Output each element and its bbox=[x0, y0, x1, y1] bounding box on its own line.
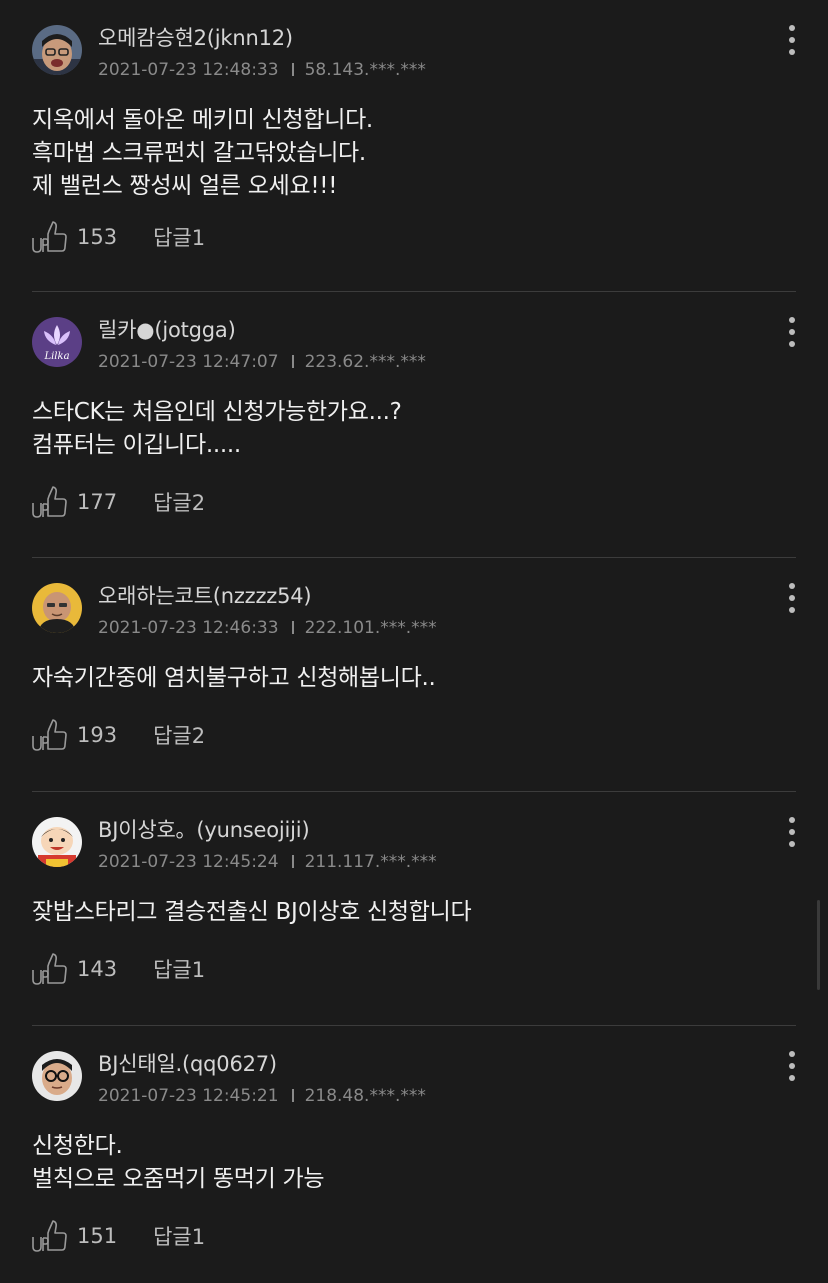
avatar[interactable]: Lilka bbox=[32, 317, 82, 367]
comment-date: 2021-07-23 12:48:33 bbox=[98, 60, 279, 80]
like-button[interactable]: 151 bbox=[32, 1218, 117, 1254]
meta-separator bbox=[291, 1089, 294, 1102]
comment-meta: 2021-07-23 12:45:21 218.48.***.*** bbox=[98, 1086, 426, 1106]
avatar[interactable] bbox=[32, 583, 82, 633]
more-options-icon[interactable] bbox=[786, 316, 798, 348]
comment-body: 신청한다. 벌칙으로 오줌먹기 똥먹기 가능 bbox=[32, 1133, 325, 1192]
thumbs-up-icon bbox=[32, 719, 67, 751]
avatar[interactable] bbox=[32, 1051, 82, 1101]
avatar[interactable] bbox=[32, 817, 82, 867]
meta-separator bbox=[291, 355, 294, 368]
meta-separator bbox=[291, 855, 294, 868]
comment-date: 2021-07-23 12:45:24 bbox=[98, 852, 279, 872]
comment-author[interactable]: BJ신태일.(qq0627) bbox=[98, 1048, 277, 1078]
comment-item: Lilka 릴카●(jotgga) 2021-07-23 12:47:07 223… bbox=[0, 292, 828, 558]
meta-separator bbox=[291, 63, 294, 76]
reply-button[interactable]: 답글1 bbox=[153, 1221, 205, 1251]
more-options-icon[interactable] bbox=[786, 816, 798, 848]
more-options-icon[interactable] bbox=[786, 582, 798, 614]
user-avatar-icon bbox=[32, 25, 82, 75]
comment-body: 스타CK는 처음인데 신청가능한가요...? 컴퓨터는 이깁니다..... bbox=[32, 399, 402, 458]
comment-list: 오메캄승현2(jknn12) 2021-07-23 12:48:33 58.143… bbox=[0, 0, 828, 1283]
comment-author[interactable]: 오메캄승현2(jknn12) bbox=[98, 22, 293, 52]
comment-author[interactable]: 릴카●(jotgga) bbox=[98, 314, 236, 344]
comment-item: 오래하는코트(nzzzz54) 2021-07-23 12:46:33 222.1… bbox=[0, 558, 828, 792]
comment-ip: 222.101.***.*** bbox=[304, 618, 437, 638]
like-count: 153 bbox=[77, 225, 118, 249]
scrollbar[interactable] bbox=[817, 900, 820, 990]
comment-actions: 143 답글1 bbox=[32, 949, 205, 989]
comment-author[interactable]: BJ이상호。(yunseojiji) bbox=[98, 814, 310, 844]
comment-date: 2021-07-23 12:46:33 bbox=[98, 618, 279, 638]
reply-button[interactable]: 답글1 bbox=[153, 954, 205, 984]
comment-actions: 177 답글2 bbox=[32, 482, 205, 522]
comment-ip: 218.48.***.*** bbox=[304, 1086, 426, 1106]
like-count: 177 bbox=[77, 490, 118, 514]
user-avatar-icon bbox=[32, 1051, 82, 1101]
comment-date: 2021-07-23 12:45:21 bbox=[98, 1086, 279, 1106]
like-count: 143 bbox=[77, 957, 118, 981]
avatar-logo-text: Lilka bbox=[43, 351, 69, 362]
reply-button[interactable]: 답글2 bbox=[153, 720, 205, 750]
meta-separator bbox=[291, 621, 294, 634]
comment-body: 잦밥스타리그 결승전출신 BJ이상호 신청합니다 bbox=[32, 899, 472, 925]
comment-meta: 2021-07-23 12:48:33 58.143.***.*** bbox=[98, 60, 426, 80]
comment-actions: 193 답글2 bbox=[32, 715, 205, 755]
reply-button[interactable]: 답글2 bbox=[153, 487, 205, 517]
avatar[interactable] bbox=[32, 25, 82, 75]
thumbs-up-icon bbox=[32, 221, 67, 253]
comment-body: 자숙기간중에 염치불구하고 신청해봅니다.. bbox=[32, 665, 436, 691]
comment-actions: 153 답글1 bbox=[32, 217, 205, 257]
more-options-icon[interactable] bbox=[786, 1050, 798, 1082]
thumbs-up-icon bbox=[32, 486, 67, 518]
thumbs-up-icon bbox=[32, 1220, 67, 1252]
comment-ip: 58.143.***.*** bbox=[304, 60, 426, 80]
like-button[interactable]: 193 bbox=[32, 717, 117, 753]
comment-item: 오메캄승현2(jknn12) 2021-07-23 12:48:33 58.143… bbox=[0, 0, 828, 292]
like-button[interactable]: 177 bbox=[32, 484, 117, 520]
comment-date: 2021-07-23 12:47:07 bbox=[98, 352, 279, 372]
comment-ip: 223.62.***.*** bbox=[304, 352, 426, 372]
lotus-logo-avatar-icon: Lilka bbox=[32, 317, 82, 367]
user-avatar-icon bbox=[32, 583, 82, 633]
like-count: 151 bbox=[77, 1224, 118, 1248]
thumbs-up-icon bbox=[32, 953, 67, 985]
like-button[interactable]: 143 bbox=[32, 951, 117, 987]
like-count: 193 bbox=[77, 723, 118, 747]
cartoon-avatar-icon bbox=[32, 817, 82, 867]
comment-meta: 2021-07-23 12:46:33 222.101.***.*** bbox=[98, 618, 437, 638]
comment-author[interactable]: 오래하는코트(nzzzz54) bbox=[98, 580, 312, 610]
comment-ip: 211.117.***.*** bbox=[304, 852, 437, 872]
like-button[interactable]: 153 bbox=[32, 219, 117, 255]
comment-item: BJ이상호。(yunseojiji) 2021-07-23 12:45:24 21… bbox=[0, 792, 828, 1026]
comment-meta: 2021-07-23 12:47:07 223.62.***.*** bbox=[98, 352, 426, 372]
more-options-icon[interactable] bbox=[786, 24, 798, 56]
comment-meta: 2021-07-23 12:45:24 211.117.***.*** bbox=[98, 852, 437, 872]
reply-button[interactable]: 답글1 bbox=[153, 222, 205, 252]
comment-body: 지옥에서 돌아온 메키미 신청합니다. 흑마법 스크류펀치 갈고닦았습니다. 제… bbox=[32, 107, 373, 199]
comment-item: BJ신태일.(qq0627) 2021-07-23 12:45:21 218.48… bbox=[0, 1026, 828, 1283]
comment-actions: 151 답글1 bbox=[32, 1216, 205, 1256]
